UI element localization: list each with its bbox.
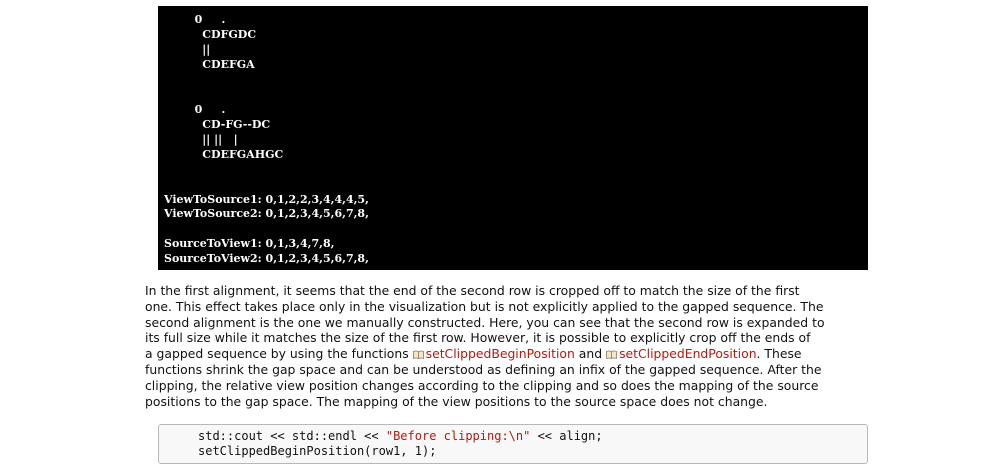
terminal-line: SourceToView1: 0,1,3,4,7,8, [164, 237, 335, 250]
code-text: std::cout << std::endl << [198, 429, 386, 443]
paragraph-line: clipping, the relative view position cha… [145, 377, 819, 393]
book-icon [412, 350, 424, 360]
terminal-line: || [164, 43, 211, 56]
book-icon [606, 350, 617, 360]
link-label: setClippedEndPosition [619, 346, 757, 362]
terminal-line: CDFGDC [164, 28, 257, 41]
code-string-literal: "Before clipping:\n" [385, 429, 531, 443]
paragraph-line: positions to the gap space. The mapping … [145, 393, 768, 409]
code-text: << align; [530, 429, 603, 443]
paragraph-text: and [574, 346, 607, 362]
terminal-line: CD-FG--DC [164, 118, 271, 131]
description-paragraph: In the first alignment, it seems that th… [145, 283, 885, 409]
terminal-line: SourceToView2: 0,1,2,3,4,5,6,7,8, [164, 252, 369, 265]
paragraph-text: a gapped sequence by using the functions [145, 346, 413, 362]
code-block: std::cout << std::endl << "Before clippi… [158, 424, 868, 464]
terminal-line: CDEFGA [164, 58, 255, 71]
paragraph-line: functions shrink the gap space and can b… [145, 361, 822, 377]
set-clipped-begin-position-link[interactable]: setClippedBeginPosition [412, 346, 575, 362]
paragraph-line: second alignment is the one we manually … [145, 314, 825, 330]
code-line: setClippedBeginPosition(row1, 1); [198, 444, 437, 458]
terminal-line: 0 . [164, 103, 226, 116]
terminal-line: ViewToSource1: 0,1,2,2,3,4,4,4,5, [164, 193, 369, 206]
paragraph-line: its full size while it matches the size … [145, 330, 811, 346]
code-line: std::cout << std::endl << "Before clippi… [198, 429, 603, 444]
set-clipped-end-position-link[interactable]: setClippedEndPosition [606, 346, 757, 362]
paragraph-line: In the first alignment, it seems that th… [145, 283, 800, 298]
paragraph-line: a gapped sequence by using the functions… [145, 346, 885, 362]
terminal-line: || || | [164, 133, 238, 146]
paragraph-text: . These [756, 346, 802, 362]
terminal-line: CDEFGAHGC [164, 148, 284, 161]
terminal-output: 0 . CDFGDC || CDEFGA 0 . CD-FG--DC || ||… [158, 6, 868, 270]
link-label: setClippedBeginPosition [425, 346, 575, 362]
terminal-line: 0 . [164, 13, 226, 26]
terminal-line: ViewToSource2: 0,1,2,3,4,5,6,7,8, [164, 207, 369, 220]
paragraph-line: one. This effect takes place only in the… [145, 298, 824, 314]
